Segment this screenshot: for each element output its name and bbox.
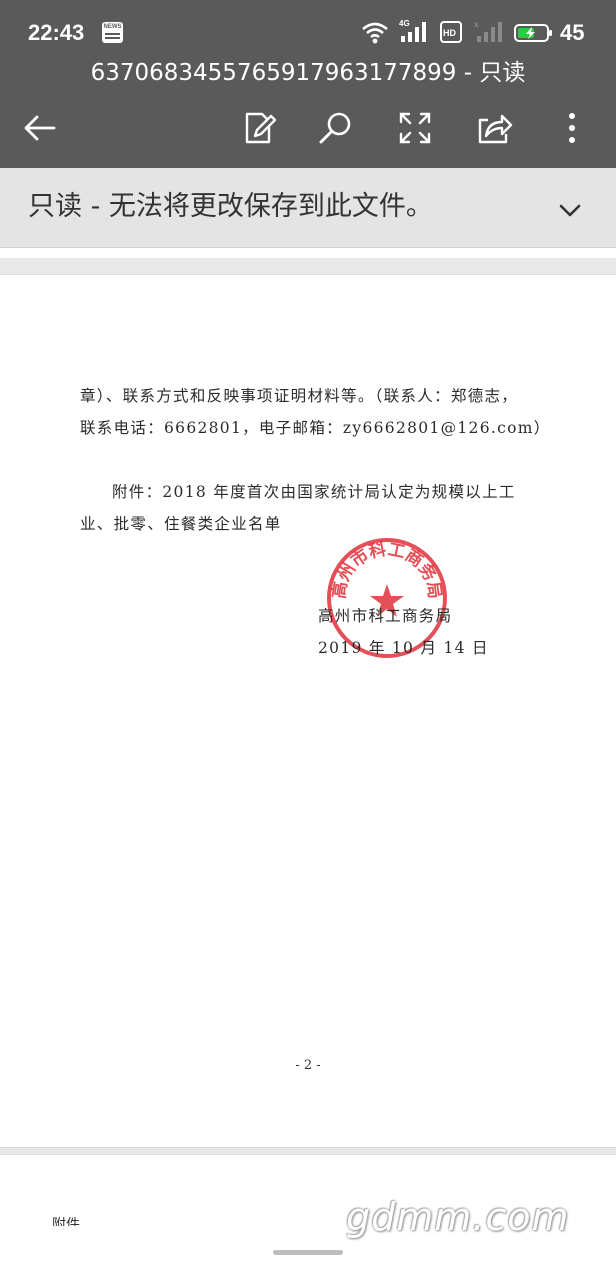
app-bar: 637068345576591796317789​9 - 只读 xyxy=(0,52,616,168)
more-vert-icon[interactable] xyxy=(552,108,592,148)
battery-charging-icon xyxy=(514,24,552,42)
svg-text:x: x xyxy=(474,20,479,29)
signal-empty-icon: x xyxy=(474,20,502,42)
doc-line-4: 业、批零、住餐类企业名单 xyxy=(80,515,282,533)
document-title: 637068345576591796317789​9 - 只读 xyxy=(90,60,526,86)
share-icon[interactable] xyxy=(474,108,514,148)
search-icon[interactable] xyxy=(316,108,356,148)
watermark: gdmm.com xyxy=(346,1195,570,1239)
back-arrow-icon[interactable] xyxy=(20,108,60,148)
doc-line-1: 章）、联系方式和反映事项证明材料等。（联系人：郑德志， xyxy=(80,387,519,405)
edit-icon[interactable] xyxy=(238,108,278,148)
read-only-message: 只读 - 无法将更改保存到此文件。 xyxy=(28,191,433,222)
fullscreen-icon[interactable] xyxy=(395,108,435,148)
hd-icon: HD xyxy=(440,21,462,43)
hd-label: HD xyxy=(443,28,456,38)
home-indicator[interactable] xyxy=(273,1250,343,1255)
news-icon-label: NEWS xyxy=(103,24,122,30)
battery-level: 45 xyxy=(560,20,585,45)
wifi-icon xyxy=(362,22,388,44)
read-only-banner[interactable]: 只读 - 无法将更改保存到此文件。 xyxy=(0,168,616,248)
doc-line-2: 联系电话：6662801，电子邮箱：zy6662801@126.com） xyxy=(80,419,551,437)
status-time: 22:43 xyxy=(28,20,85,45)
page-number: - 2 - xyxy=(295,1058,321,1073)
signal-4g-icon: 4G xyxy=(399,19,429,45)
issue-date: 2019 年 10 月 14 日 xyxy=(318,639,489,657)
news-icon: NEWS xyxy=(102,22,123,43)
previous-page-edge xyxy=(0,248,616,258)
issuer-name: 高州市科工商务局 xyxy=(318,607,453,625)
status-bar: 22:43 NEWS 4G HD x 45 xyxy=(0,0,616,52)
doc-line-3: 附件：2018 年度首次由国家统计局认定为规模以上工 xyxy=(112,483,516,501)
chevron-down-icon[interactable] xyxy=(556,198,584,222)
